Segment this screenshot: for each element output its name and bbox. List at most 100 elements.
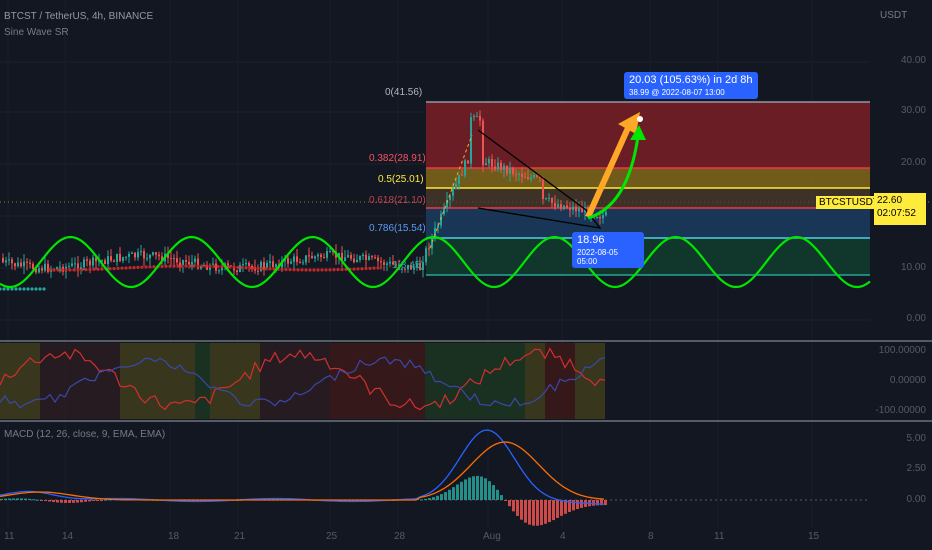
candle-body — [191, 261, 193, 265]
candle-body — [353, 258, 355, 263]
candle-body — [155, 252, 157, 255]
candle-body — [569, 207, 571, 211]
candle-body — [113, 260, 115, 262]
candle-body — [182, 260, 184, 266]
resistance-dot — [144, 265, 148, 269]
resistance-dot — [212, 264, 216, 268]
candle-body — [236, 270, 238, 273]
entry-callout[interactable]: 18.96 2022-08-05 05:00 — [572, 232, 644, 268]
candle-body — [152, 252, 154, 255]
candle-body — [491, 159, 493, 167]
candle-body — [302, 262, 304, 264]
osc-band — [425, 343, 460, 419]
resistance-dot — [328, 268, 332, 272]
symbol-title[interactable]: BTCST / TetherUS, 4h, BINANCE — [4, 11, 153, 22]
macd-hist-bar — [492, 485, 495, 500]
candle-body — [563, 205, 565, 210]
candle-body — [17, 262, 19, 267]
macd-hist-bar — [592, 500, 595, 506]
resistance-dot — [308, 268, 312, 272]
fib-label-1: 1(8.45) — [392, 260, 424, 271]
resistance-dot — [188, 264, 192, 268]
target-callout[interactable]: 20.03 (105.63%) in 2d 8h 38.99 @ 2022-08… — [624, 72, 758, 99]
candle-body — [59, 266, 61, 268]
candle-body — [599, 216, 601, 219]
candle-body — [26, 261, 28, 263]
candle-body — [527, 177, 529, 180]
candle-body — [311, 255, 313, 259]
resistance-dot — [72, 268, 76, 272]
target-callout-subtitle: 38.99 @ 2022-08-07 13:00 — [629, 88, 725, 97]
resistance-dot — [68, 268, 72, 272]
support-dot — [34, 287, 38, 291]
resistance-dot — [160, 264, 164, 269]
candle-body — [515, 173, 517, 175]
candle-body — [497, 162, 499, 170]
candle-body — [83, 259, 85, 268]
candle-body — [314, 256, 316, 259]
candle-body — [602, 215, 604, 219]
candle-body — [461, 174, 463, 176]
macd-hist-bar — [532, 500, 535, 526]
macd-hist-bar — [56, 500, 59, 503]
macd-title[interactable]: MACD (12, 26, close, 9, EMA, EMA) — [4, 429, 165, 440]
macd-hist-bar — [96, 500, 99, 501]
candle-body — [212, 263, 214, 265]
resistance-dot — [120, 266, 124, 270]
candle-body — [8, 259, 10, 261]
chart-window[interactable]: { "header": { "symbol_line": "BTCST / Te… — [0, 0, 932, 550]
candle-body — [575, 206, 577, 212]
resistance-dot — [196, 264, 200, 268]
support-dot — [26, 287, 30, 291]
candle-body — [170, 258, 172, 260]
resistance-dot — [172, 264, 176, 268]
time-label-18: 18 — [168, 531, 180, 542]
candle-body — [2, 258, 4, 263]
candle-body — [596, 216, 598, 218]
resistance-dot — [268, 267, 272, 271]
macd-hist-bar — [484, 478, 487, 500]
support-dot — [42, 287, 46, 291]
resistance-dot — [76, 268, 80, 272]
macd-hist-bar — [60, 500, 63, 503]
price-label-30: 30.00 — [900, 105, 926, 116]
resistance-dot — [296, 268, 300, 272]
candle-body — [557, 204, 559, 207]
macd-label-25: 2.50 — [906, 463, 926, 474]
candle-body — [545, 198, 547, 200]
candle-body — [473, 116, 475, 118]
osc-band — [195, 343, 210, 419]
candle-body — [131, 252, 133, 254]
macd-hist-bar — [448, 489, 451, 500]
resistance-dot — [84, 268, 88, 272]
resistance-dot — [368, 266, 372, 270]
resistance-dot — [240, 265, 244, 270]
candle-body — [572, 206, 574, 211]
candle-body — [458, 174, 460, 184]
candle-body — [554, 202, 556, 207]
indicator-title[interactable]: Sine Wave SR — [4, 27, 69, 38]
macd-hist-bar — [540, 500, 543, 526]
macd-hist-bar — [488, 481, 491, 500]
candle-body — [38, 268, 40, 273]
macd-hist-bar — [8, 498, 11, 500]
candle-body — [14, 263, 16, 267]
resistance-dot — [192, 264, 196, 268]
support-dot — [30, 287, 34, 291]
time-label-11b: 11 — [714, 531, 725, 542]
candle-body — [374, 257, 376, 259]
resistance-dot — [284, 267, 288, 272]
resistance-dot — [236, 265, 240, 269]
target-point — [637, 116, 643, 122]
candle-body — [5, 260, 7, 263]
macd-hist-bar — [88, 500, 91, 502]
chart-canvas[interactable] — [0, 0, 932, 550]
osc-band — [330, 343, 425, 419]
time-label-aug: Aug — [483, 531, 501, 542]
candle-body — [275, 264, 277, 268]
resistance-dot — [208, 264, 212, 268]
candle-body — [551, 197, 553, 203]
candle-body — [71, 263, 73, 267]
candle-body — [287, 257, 289, 264]
candle-body — [605, 212, 607, 216]
